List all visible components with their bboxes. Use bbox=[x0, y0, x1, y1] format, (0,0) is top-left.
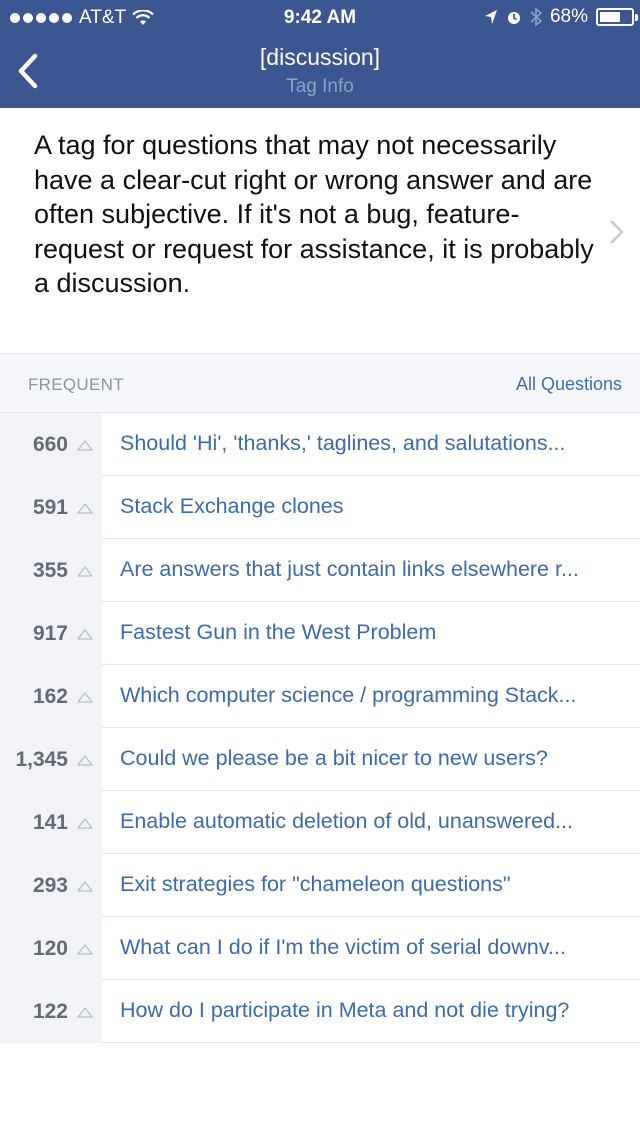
location-arrow-icon bbox=[484, 10, 497, 24]
question-score: 162 bbox=[32, 685, 68, 708]
question-title[interactable]: Which computer science / programming Sta… bbox=[120, 683, 620, 708]
score-cell: 162 bbox=[0, 665, 102, 728]
chevron-right-icon bbox=[610, 220, 624, 244]
question-title[interactable]: How do I participate in Meta and not die… bbox=[120, 998, 620, 1023]
question-row[interactable]: 591 Stack Exchange clones bbox=[0, 476, 640, 539]
question-row[interactable]: 1,345 Could we please be a bit nicer to n… bbox=[0, 728, 640, 791]
score-cell: 917 bbox=[0, 602, 102, 665]
question-score: 917 bbox=[32, 622, 68, 645]
question-row[interactable]: 355 Are answers that just contain links e… bbox=[0, 539, 640, 602]
question-row[interactable]: 120 What can I do if I'm the victim of se… bbox=[0, 917, 640, 980]
page-subtitle: Tag Info bbox=[286, 76, 354, 97]
upvote-triangle-icon bbox=[77, 440, 93, 451]
upvote-triangle-icon bbox=[77, 818, 93, 829]
question-score: 141 bbox=[32, 811, 68, 834]
tag-description[interactable]: A tag for questions that may not necessa… bbox=[34, 128, 608, 301]
question-row[interactable]: 122 How do I participate in Meta and not … bbox=[0, 980, 640, 1043]
question-list: 660 Should 'Hi', 'thanks,' taglines, and … bbox=[0, 413, 640, 1043]
question-score: 293 bbox=[32, 874, 68, 897]
question-title[interactable]: What can I do if I'm the victim of seria… bbox=[120, 935, 620, 960]
status-bar: AT&T 9:42 AM 68% bbox=[0, 0, 640, 36]
question-score: 591 bbox=[32, 496, 68, 519]
header: AT&T 9:42 AM 68% [discussion] Tag Info bbox=[0, 0, 640, 108]
question-title[interactable]: Could we please be a bit nicer to new us… bbox=[120, 746, 620, 771]
upvote-triangle-icon bbox=[77, 944, 93, 955]
question-score: 122 bbox=[32, 1000, 68, 1023]
battery-percent: 68% bbox=[549, 6, 588, 27]
battery-icon bbox=[596, 8, 638, 26]
question-title[interactable]: Stack Exchange clones bbox=[120, 494, 620, 519]
upvote-triangle-icon bbox=[77, 1007, 93, 1018]
score-cell: 120 bbox=[0, 917, 102, 980]
battery-fill bbox=[600, 12, 621, 22]
all-questions-link[interactable]: All Questions bbox=[516, 374, 622, 395]
upvote-triangle-icon bbox=[77, 629, 93, 640]
score-cell: 1,345 bbox=[0, 728, 102, 791]
alarm-icon bbox=[507, 12, 520, 24]
question-score: 120 bbox=[32, 937, 68, 960]
upvote-triangle-icon bbox=[77, 692, 93, 703]
bluetooth-icon bbox=[530, 7, 542, 27]
score-cell: 660 bbox=[0, 413, 102, 476]
question-row[interactable]: 162 Which computer science / programming … bbox=[0, 665, 640, 728]
question-title[interactable]: Should 'Hi', 'thanks,' taglines, and sal… bbox=[120, 431, 620, 456]
question-row[interactable]: 293 Exit strategies for "chameleon questi… bbox=[0, 854, 640, 917]
question-title[interactable]: Are answers that just contain links else… bbox=[120, 557, 620, 582]
score-cell: 122 bbox=[0, 980, 102, 1043]
question-row[interactable]: 660 Should 'Hi', 'thanks,' taglines, and … bbox=[0, 413, 640, 476]
score-cell: 293 bbox=[0, 854, 102, 917]
upvote-triangle-icon bbox=[77, 566, 93, 577]
question-score: 1,345 bbox=[15, 748, 68, 771]
question-row[interactable]: 141 Enable automatic deletion of old, una… bbox=[0, 791, 640, 854]
question-row[interactable]: 917 Fastest Gun in the West Problem bbox=[0, 602, 640, 665]
status-right: 68% bbox=[484, 6, 638, 28]
question-title[interactable]: Fastest Gun in the West Problem bbox=[120, 620, 620, 645]
upvote-triangle-icon bbox=[77, 755, 93, 766]
question-score: 355 bbox=[32, 559, 68, 582]
score-cell: 355 bbox=[0, 539, 102, 602]
frequent-section-header: FREQUENT All Questions bbox=[0, 353, 640, 413]
question-title[interactable]: Exit strategies for "chameleon questions… bbox=[120, 872, 620, 897]
question-score: 660 bbox=[32, 433, 68, 456]
score-cell: 141 bbox=[0, 791, 102, 854]
score-cell: 591 bbox=[0, 476, 102, 539]
upvote-triangle-icon bbox=[77, 503, 93, 514]
question-title[interactable]: Enable automatic deletion of old, unansw… bbox=[120, 809, 620, 834]
section-label: FREQUENT bbox=[28, 375, 124, 394]
upvote-triangle-icon bbox=[77, 881, 93, 892]
page-title: [discussion] bbox=[259, 44, 381, 70]
